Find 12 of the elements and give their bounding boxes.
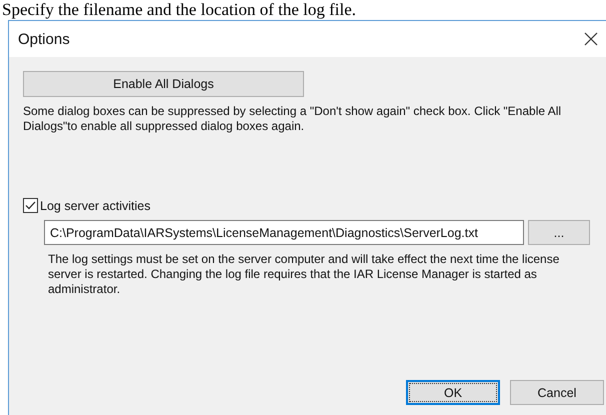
log-description: The log settings must be set on the server computer and will take effect the next time the license server is restarted. Changing the log file requires that the IAR License Manager is started as administrator. xyxy=(48,252,560,297)
ok-button[interactable]: OK xyxy=(406,380,500,405)
checkbox-label[interactable]: Log server activities xyxy=(40,198,150,212)
cancel-button[interactable]: Cancel xyxy=(510,380,604,405)
log-file-field[interactable]: C:\ProgramData\IARSystems\LicenseManagement\Diagnostics\ServerLog.txt xyxy=(44,220,524,245)
window-title: Options xyxy=(18,30,70,48)
enable-all-dialogs-button[interactable]: Enable All Dialogs xyxy=(23,71,304,97)
enable-description: Some dialog boxes can be suppressed by selecting a "Don't show again" check box. Click "Enable All Dialogs"to enable all suppressed dialog boxes again. xyxy=(23,104,562,134)
document-text: Specify the filename and the location of the log file. xyxy=(1,0,358,20)
close-icon[interactable] xyxy=(584,32,598,46)
browse-button[interactable]: ... xyxy=(528,220,590,245)
log-checkbox[interactable] xyxy=(23,198,38,213)
